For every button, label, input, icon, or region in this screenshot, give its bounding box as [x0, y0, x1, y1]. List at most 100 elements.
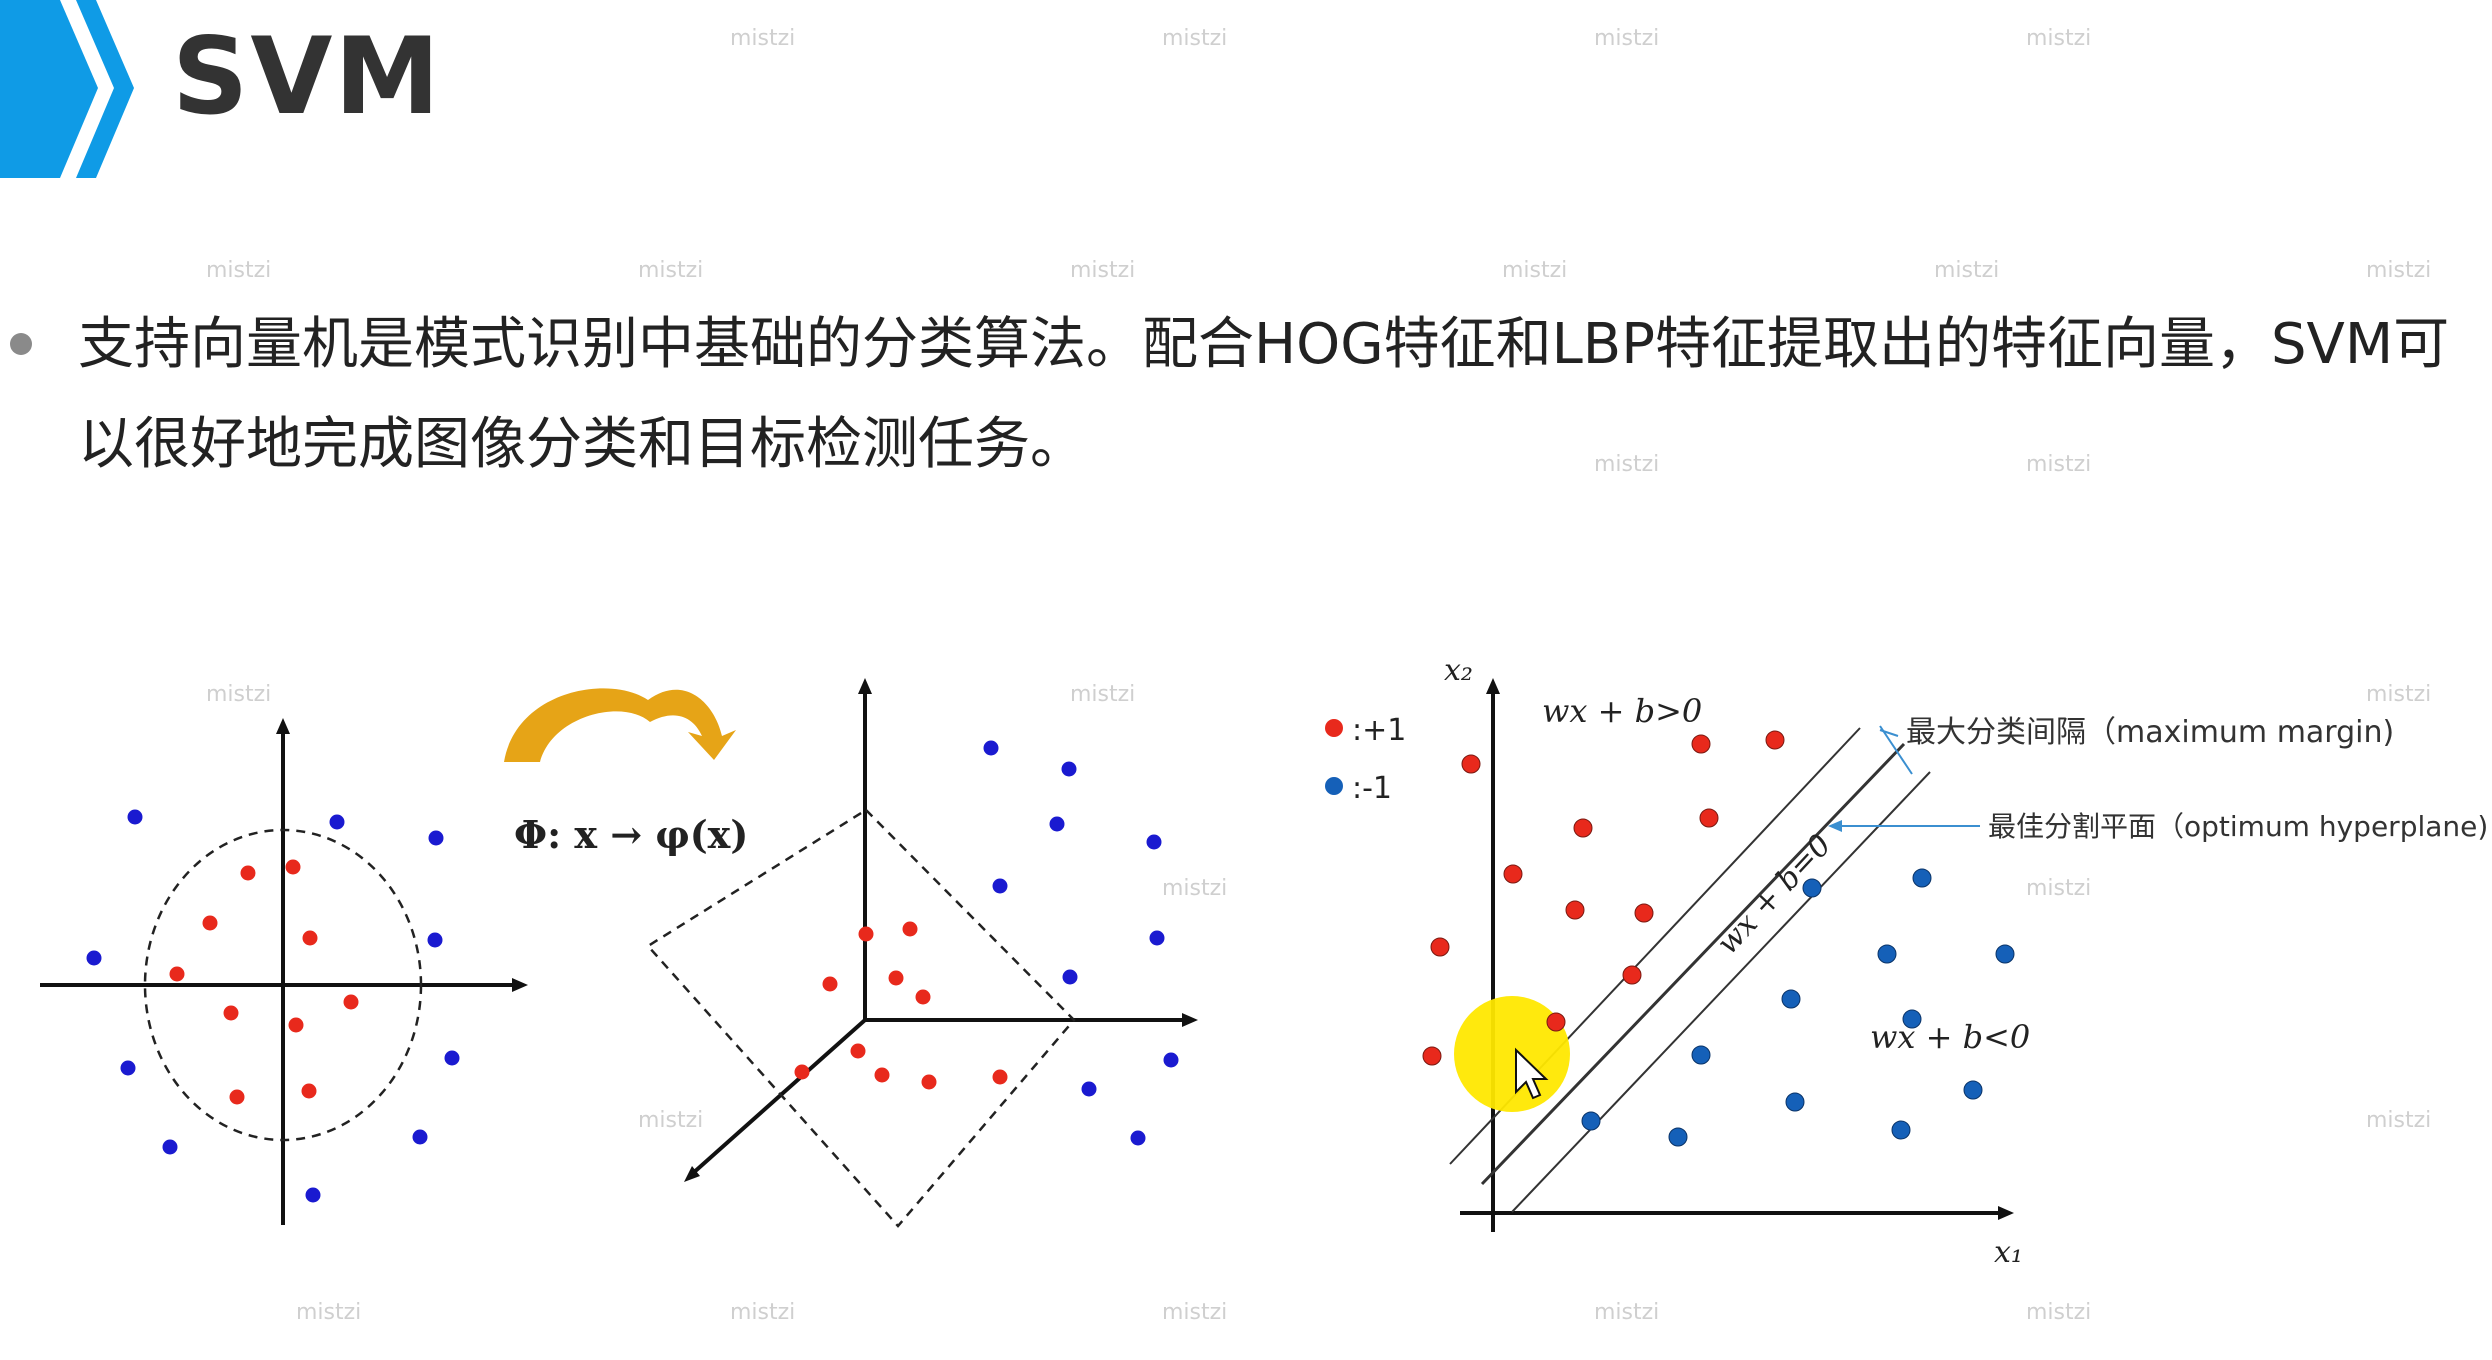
fig3-red-point: [1573, 818, 1593, 838]
fig2-red-point: [850, 1043, 866, 1059]
fig3-red-point: [1691, 734, 1711, 754]
fig2-red-point: [874, 1067, 890, 1083]
fig3-red-point: [1503, 864, 1523, 884]
bullet-dot: [10, 333, 32, 355]
fig1-blue-point: [86, 950, 102, 966]
positive-region-label: wx + b>0: [1542, 692, 1702, 730]
fig1-red-point: [288, 1017, 304, 1033]
fig3-red-point: [1699, 808, 1719, 828]
fig3-blue-point: [1785, 1092, 1805, 1112]
fig2-blue-point: [1062, 969, 1078, 985]
header-chevron-icon: [0, 0, 134, 178]
fig3-y-arrow-icon: [1486, 678, 1500, 694]
watermark: mistzi: [1934, 258, 2000, 283]
fig2-red-point: [794, 1064, 810, 1080]
negative-region-label: wx + b<0: [1870, 1018, 2030, 1056]
optimum-hyperplane: [1480, 742, 1906, 1186]
watermark: mistzi: [1070, 682, 1136, 707]
fig2-blue-point: [1061, 761, 1077, 777]
fig3-blue-point: [1781, 989, 1801, 1009]
fig1-red-point: [285, 859, 301, 875]
fig1-red-point: [302, 930, 318, 946]
margin-line-lower: [1511, 771, 1931, 1213]
fig3-blue-point: [1691, 1045, 1711, 1065]
figure-3d-mapping: Φ: x → φ(x): [504, 678, 1198, 1228]
watermark: mistzi: [1594, 26, 1660, 51]
mapping-arrow-icon: [504, 688, 736, 762]
slide-title: SVM: [172, 15, 442, 138]
fig3-red-point: [1634, 903, 1654, 923]
fig2-y-axis: [690, 1018, 867, 1176]
hyperplane-equation: wx + b=0: [1710, 828, 1838, 962]
fig2-points: [794, 740, 1179, 1146]
legend-negative-marker: [1325, 777, 1343, 795]
fig3-blue-point: [1902, 1009, 1922, 1029]
fig2-red-point: [921, 1074, 937, 1090]
watermark: mistzi: [1594, 452, 1660, 477]
watermark: mistzi: [2026, 1300, 2092, 1325]
fig3-red-point: [1565, 900, 1585, 920]
fig2-blue-point: [1049, 816, 1065, 832]
fig3-red-point: [1546, 1012, 1566, 1032]
fig2-z-arrow-icon: [858, 678, 872, 694]
fig1-red-point: [202, 915, 218, 931]
watermark: mistzi: [2366, 1108, 2432, 1133]
bullet-text: 支持向量机是模式识别中基础的分类算法。配合HOG特征和LBP特征提取出的特征向量…: [78, 312, 2450, 477]
fig2-red-point: [822, 976, 838, 992]
fig3-y-label: x₂: [1444, 653, 1473, 688]
fig1-blue-point: [428, 830, 444, 846]
fig2-x-arrow-icon: [1182, 1013, 1198, 1027]
watermark: mistzi: [1162, 876, 1228, 901]
legend-positive-marker: [1325, 719, 1343, 737]
watermark: mistzi: [2026, 26, 2092, 51]
fig2-red-point: [992, 1069, 1008, 1085]
fig3-blue-point: [1995, 944, 2015, 964]
watermark: mistzi: [638, 258, 704, 283]
watermark: mistzi: [1162, 26, 1228, 51]
fig3-x-arrow-icon: [1998, 1206, 2014, 1220]
fig3-blue-point: [1912, 868, 1932, 888]
fig1-red-point: [223, 1005, 239, 1021]
fig1-red-point: [301, 1083, 317, 1099]
fig1-red-point: [343, 994, 359, 1010]
fig1-blue-point: [444, 1050, 460, 1066]
fig1-blue-point: [412, 1129, 428, 1145]
fig2-red-point: [915, 989, 931, 1005]
fig2-red-point: [858, 926, 874, 942]
watermark: mistzi: [206, 258, 272, 283]
margin-label: 最大分类间隔（maximum margin): [1906, 715, 2394, 750]
fig3-red-point: [1765, 730, 1785, 750]
watermark: mistzi: [1162, 1300, 1228, 1325]
fig2-blue-point: [1146, 834, 1162, 850]
watermark: mistzi: [730, 26, 796, 51]
fig3-blue-point: [1581, 1111, 1601, 1131]
fig1-blue-point: [120, 1060, 136, 1076]
fig1-red-point: [169, 966, 185, 982]
fig1-y-arrow-icon: [276, 718, 290, 734]
fig2-blue-point: [1149, 930, 1165, 946]
fig2-red-point: [888, 970, 904, 986]
fig2-red-point: [902, 921, 918, 937]
fig3-red-point: [1430, 937, 1450, 957]
watermark: mistzi: [2026, 876, 2092, 901]
legend-positive-label: :+1: [1352, 713, 1406, 748]
fig3-blue-point: [1891, 1120, 1911, 1140]
fig3-x-label: x₁: [1994, 1235, 2023, 1270]
fig3-red-point: [1622, 965, 1642, 985]
watermark: mistzi: [638, 1108, 704, 1133]
figure-svm-margin: x₁ x₂ :+1 :-1 wx + b>0 wx + b<0 wx + b=0…: [1325, 653, 2488, 1270]
fig3-blue-point: [1963, 1080, 1983, 1100]
fig1-red-point: [229, 1089, 245, 1105]
watermark: mistzi: [2366, 258, 2432, 283]
watermark: mistzi: [2366, 682, 2432, 707]
fig1-blue-point: [305, 1187, 321, 1203]
fig3-blue-point: [1668, 1127, 1688, 1147]
hyperplane-label: 最佳分割平面（optimum hyperplane): [1988, 810, 2488, 843]
margin-label-leader: [1879, 729, 1899, 737]
fig1-blue-point: [329, 814, 345, 830]
legend-negative-label: :-1: [1352, 771, 1392, 806]
fig2-blue-point: [992, 878, 1008, 894]
watermark: mistzi: [1070, 258, 1136, 283]
fig2-blue-point: [1081, 1081, 1097, 1097]
fig3-blue-point: [1802, 878, 1822, 898]
